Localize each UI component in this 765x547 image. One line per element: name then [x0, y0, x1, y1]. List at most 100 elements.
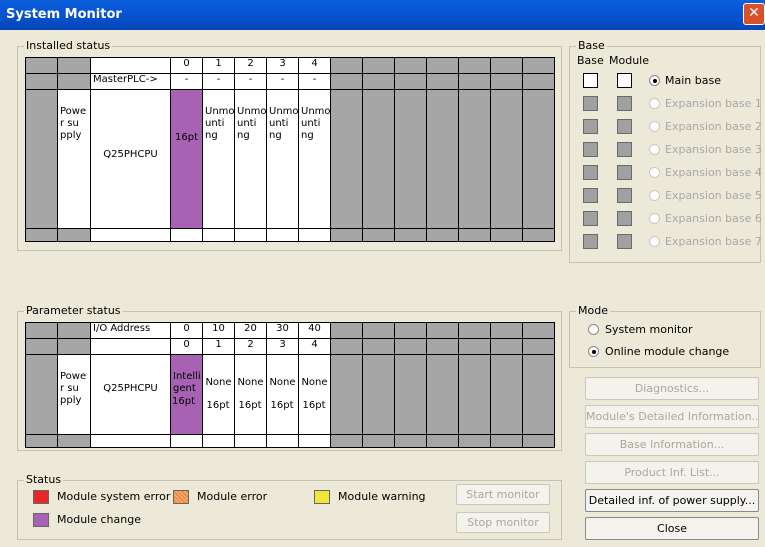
inst-foot-blank	[90, 228, 171, 242]
status-swatch	[314, 490, 330, 504]
param-io-value: 40	[298, 322, 331, 339]
param-empty-slot	[522, 338, 555, 355]
inst-empty-slot	[330, 89, 363, 229]
inst-foot-empty	[330, 228, 363, 242]
base-select-radio[interactable]	[649, 121, 660, 132]
inst-hdr-col-a	[25, 73, 58, 90]
param-io-address-label: I/O Address	[90, 322, 171, 339]
status-label: Module error	[197, 490, 268, 503]
start-monitor-button[interactable]: Start monitor	[456, 484, 550, 505]
inst-slot-module[interactable]: Unmo unti ng	[202, 89, 235, 229]
status-swatch	[33, 513, 49, 527]
param-slot-points: 16pt	[238, 400, 262, 411]
base-select-label[interactable]: Main base	[665, 74, 721, 87]
mode-system-monitor-radio[interactable]	[588, 324, 599, 335]
param-empty-slot	[362, 354, 395, 435]
param-foot-col-b	[57, 434, 91, 448]
param-slot-type[interactable]: Intelli gent	[170, 354, 203, 435]
base-select-radio[interactable]	[649, 75, 660, 86]
close-button[interactable]: Close	[585, 517, 759, 540]
param-empty-slot	[426, 322, 459, 339]
base-checkbox	[583, 234, 598, 249]
base-information-button[interactable]: Base Information...	[585, 433, 759, 456]
base-select-label[interactable]: Expansion base 5	[665, 189, 762, 202]
module-detailed-information-button[interactable]: Module's Detailed Information...	[585, 405, 759, 428]
base-select-label[interactable]: Expansion base 6	[665, 212, 762, 225]
diagnostics-button[interactable]: Diagnostics...	[585, 377, 759, 400]
param-foot-empty	[362, 434, 395, 448]
base-select-radio[interactable]	[649, 167, 660, 178]
inst-foot-empty	[490, 228, 523, 242]
module-checkbox	[617, 165, 632, 180]
status-title: Status	[24, 473, 64, 487]
inst-master-label: MasterPLC->	[90, 73, 171, 90]
window-title: System Monitor	[6, 7, 122, 22]
mode-title: Mode	[576, 304, 610, 318]
module-checkbox	[617, 119, 632, 134]
close-window-icon[interactable]: ✕	[743, 3, 765, 25]
inst-foot-empty	[394, 228, 427, 242]
base-select-radio[interactable]	[649, 213, 660, 224]
module-checkbox	[617, 142, 632, 157]
status-label: Module change	[57, 513, 141, 526]
param-foot-slot	[234, 434, 267, 448]
inst-slot-module[interactable]: Unmo unti ng	[234, 89, 267, 229]
mode-group: Mode	[569, 304, 761, 368]
param-empty-slot	[458, 322, 491, 339]
base-select-label[interactable]: Expansion base 1	[665, 97, 762, 110]
product-inf-list-button[interactable]: Product Inf. List...	[585, 461, 759, 484]
inst-slot-0-module[interactable]: 16pt	[170, 89, 203, 229]
param-empty-slot	[330, 338, 363, 355]
param-empty-slot	[394, 322, 427, 339]
inst-slot-number: 2	[234, 57, 267, 74]
installed-status-title: Installed status	[24, 39, 113, 53]
param-foot-empty	[458, 434, 491, 448]
param-slot-number: 0	[170, 338, 203, 355]
inst-foot-col-b	[57, 228, 91, 242]
module-checkbox	[617, 96, 632, 111]
inst-master-value: -	[234, 73, 267, 90]
detailed-inf-power-supply-button[interactable]: Detailed inf. of power supply...	[585, 489, 759, 512]
inst-hdr-blank	[90, 57, 171, 74]
inst-cpu: Q25PHCPU	[90, 89, 171, 229]
param-slot-type[interactable]: None	[202, 354, 235, 435]
base-select-label[interactable]: Expansion base 7	[665, 235, 762, 248]
param-slot-type[interactable]: None	[298, 354, 331, 435]
base-checkbox	[583, 165, 598, 180]
inst-foot-empty	[522, 228, 555, 242]
inst-master-value: -	[202, 73, 235, 90]
inst-foot-slot	[298, 228, 331, 242]
base-checkbox	[583, 119, 598, 134]
mode-system-monitor-label[interactable]: System monitor	[605, 323, 693, 336]
base-select-radio[interactable]	[649, 190, 660, 201]
param-empty-slot	[426, 354, 459, 435]
mode-online-module-change-radio[interactable]	[588, 346, 599, 357]
base-select-label[interactable]: Expansion base 2	[665, 120, 762, 133]
base-column-label: Base	[577, 54, 604, 67]
param-power-supply: Powe r su pply	[57, 354, 91, 435]
param-empty-slot	[330, 322, 363, 339]
param-empty-slot	[458, 338, 491, 355]
inst-slot-module[interactable]: Unmo unti ng	[298, 89, 331, 229]
param-hdr-col-a	[25, 322, 58, 339]
param-foot-col-a	[25, 434, 58, 448]
param-empty-slot	[394, 354, 427, 435]
base-select-label[interactable]: Expansion base 4	[665, 166, 762, 179]
stop-monitor-button[interactable]: Stop monitor	[456, 512, 550, 533]
inst-slot-module[interactable]: Unmo unti ng	[266, 89, 299, 229]
param-foot-empty	[394, 434, 427, 448]
module-checkbox	[617, 234, 632, 249]
param-empty-slot	[426, 338, 459, 355]
inst-foot-empty	[458, 228, 491, 242]
base-select-radio[interactable]	[649, 98, 660, 109]
mode-online-module-change-label[interactable]: Online module change	[605, 345, 729, 358]
param-slot-type[interactable]: None	[266, 354, 299, 435]
base-select-radio[interactable]	[649, 144, 660, 155]
inst-row-col-a	[25, 89, 58, 229]
base-select-radio[interactable]	[649, 236, 660, 247]
param-foot-slot	[266, 434, 299, 448]
base-select-label[interactable]: Expansion base 3	[665, 143, 762, 156]
inst-foot-slot	[234, 228, 267, 242]
param-hdr-col-b	[57, 322, 91, 339]
param-slot-type[interactable]: None	[234, 354, 267, 435]
